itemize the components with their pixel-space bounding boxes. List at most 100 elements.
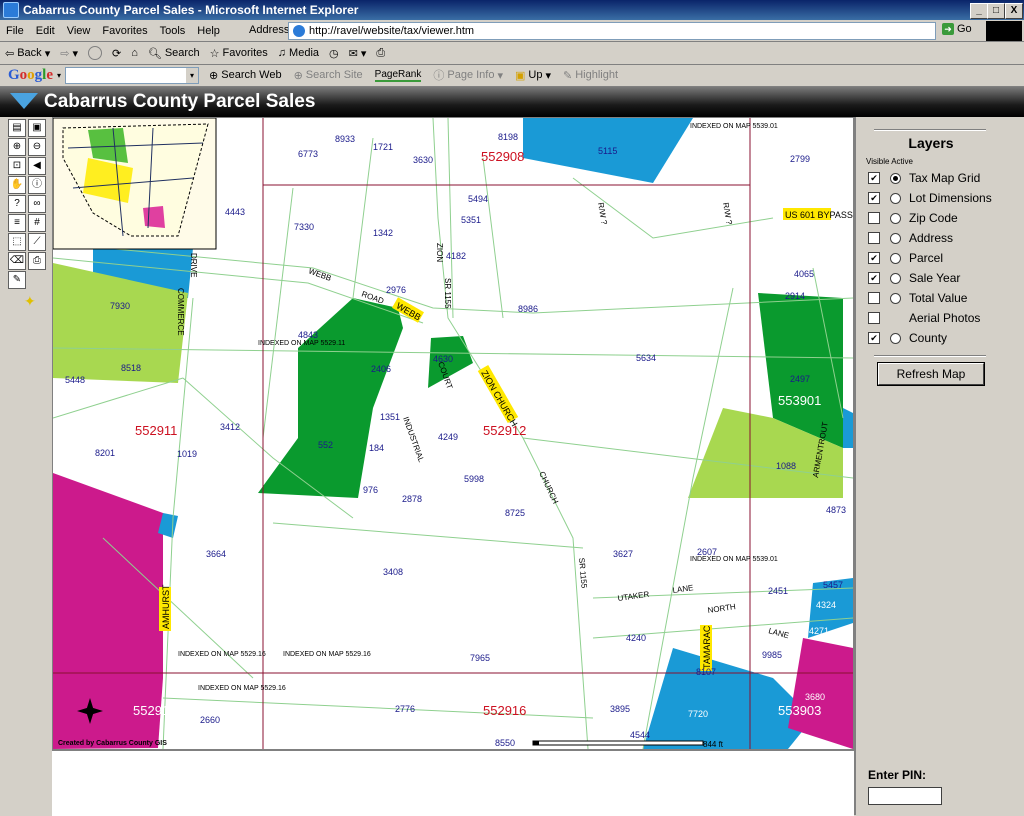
mail-button[interactable]: ✉ ▾ [344, 47, 372, 60]
search-button[interactable]: 🔍︎ Search [143, 47, 205, 60]
svg-text:7720: 7720 [688, 709, 708, 719]
go-button[interactable]: ➜ Go [942, 23, 972, 35]
select-icon[interactable]: ⬚ [8, 233, 26, 251]
svg-text:R/W ?: R/W ? [721, 202, 734, 226]
pin-input[interactable] [868, 787, 942, 805]
history-button[interactable]: ◷ [324, 47, 344, 60]
window-titlebar[interactable]: Cabarrus County Parcel Sales - Microsoft… [0, 0, 1024, 20]
close-button[interactable]: X [1005, 3, 1023, 19]
svg-text:7330: 7330 [294, 222, 314, 232]
legend-tool-icon[interactable]: ▤ [8, 119, 26, 137]
dropdown-arrow-icon[interactable]: ▾ [186, 67, 199, 83]
layer-row-lot-dimensions[interactable]: ✔ Lot Dimensions [868, 189, 992, 207]
layer-visible-checkbox[interactable] [868, 212, 880, 224]
svg-text:2799: 2799 [790, 154, 810, 164]
layer-active-radio[interactable] [890, 272, 901, 284]
maximize-button[interactable]: □ [987, 3, 1005, 19]
layer-visible-checkbox[interactable]: ✔ [868, 172, 880, 184]
svg-text:1351: 1351 [380, 412, 400, 422]
up-button[interactable]: ▣ Up ▾ [509, 69, 557, 82]
menu-favorites[interactable]: Favorites [96, 25, 153, 37]
select-line-icon[interactable]: ⟋ [28, 233, 46, 251]
measure-icon[interactable]: ≡ [8, 214, 26, 232]
stop-button[interactable] [83, 46, 107, 60]
highlight-button[interactable]: ✎ Highlight [557, 69, 624, 82]
svg-text:552915: 552915 [133, 703, 176, 718]
layer-active-radio[interactable] [890, 232, 901, 244]
favorites-button[interactable]: ☆ Favorites [205, 47, 273, 60]
layer-row-total-value[interactable]: Total Value [868, 289, 967, 307]
layer-row-tax-map-grid[interactable]: ✔ Tax Map Grid [868, 169, 980, 187]
overview-inset[interactable] [53, 118, 217, 250]
parcel-map[interactable]: US 601 BYPASS WEBB ZION CHURCH AMHURST T… [52, 117, 854, 750]
parcel-blue-7720 [643, 648, 813, 749]
layers-title: Layers [908, 135, 954, 151]
zoom-out-icon[interactable]: ⊖ [28, 138, 46, 156]
map-canvas[interactable]: US 601 BYPASS WEBB ZION CHURCH AMHURST T… [53, 118, 853, 749]
layer-row-aerial-photos[interactable]: Aerial Photos [868, 309, 980, 327]
menu-help[interactable]: Help [191, 25, 226, 37]
overview-tool-icon[interactable]: ▣ [28, 119, 46, 137]
search-web-button[interactable]: ⊕ Search Web [203, 69, 288, 82]
history-icon: ◷ [329, 47, 339, 60]
layer-active-radio[interactable] [890, 332, 901, 344]
svg-text:INDEXED ON MAP 5539.01: INDEXED ON MAP 5539.01 [690, 123, 778, 130]
google-toolbar: Google ▾ ▾ ⊕ Search Web ⊕ Search Site Page… [0, 64, 1024, 87]
google-menu-arrow-icon[interactable]: ▾ [57, 71, 61, 80]
identify-icon[interactable]: ⓘ [28, 176, 46, 194]
layer-row-zip-code[interactable]: Zip Code [868, 209, 958, 227]
media-button[interactable]: ♫ Media [273, 47, 324, 59]
menu-edit[interactable]: Edit [30, 25, 61, 37]
layer-row-county[interactable]: ✔ County [868, 329, 947, 347]
svg-text:2878: 2878 [402, 494, 422, 504]
zoom-in-icon[interactable]: ⊕ [8, 138, 26, 156]
layer-row-address[interactable]: Address [868, 229, 953, 247]
svg-text:1019: 1019 [177, 449, 197, 459]
buffer-icon[interactable]: # [28, 214, 46, 232]
layer-active-radio[interactable] [890, 172, 901, 184]
clear-eraser-icon[interactable]: ⌫ [8, 252, 26, 270]
menu-tools[interactable]: Tools [154, 25, 192, 37]
pagerank-indicator[interactable]: PageRank [369, 69, 428, 82]
layer-row-sale-year[interactable]: ✔ Sale Year [868, 269, 960, 287]
layer-label: Parcel [909, 251, 944, 265]
layer-active-radio[interactable] [890, 292, 901, 304]
settings-wrench-icon[interactable]: ✎ [8, 271, 26, 289]
layer-visible-checkbox[interactable]: ✔ [868, 332, 880, 344]
layer-active-radio[interactable] [890, 212, 901, 224]
menu-view[interactable]: View [61, 25, 97, 37]
refresh-button[interactable]: ⟳ [107, 47, 126, 60]
back-button[interactable]: ⇦ Back ▾ [0, 47, 55, 60]
busy-indicator-icon: ✦ [24, 293, 36, 309]
print-map-icon[interactable]: ⎙ [28, 252, 46, 270]
layer-visible-checkbox[interactable] [868, 312, 880, 324]
layer-visible-checkbox[interactable]: ✔ [868, 252, 880, 264]
layer-visible-checkbox[interactable]: ✔ [868, 192, 880, 204]
find-binoculars-icon[interactable]: ∞ [28, 195, 46, 213]
svg-text:4271: 4271 [809, 626, 829, 636]
forward-button[interactable]: ⇨ ▾ [55, 47, 83, 60]
google-logo[interactable]: Google [0, 67, 57, 84]
minimize-button[interactable]: _ [970, 3, 988, 19]
query-icon[interactable]: ? [8, 195, 26, 213]
full-extent-icon[interactable]: ⊡ [8, 157, 26, 175]
home-button[interactable]: ⌂ [126, 47, 143, 59]
svg-text:R/W ?: R/W ? [596, 202, 609, 226]
back-extent-icon[interactable]: ◀ [28, 157, 46, 175]
print-button[interactable]: ⎙ [371, 47, 390, 60]
layer-visible-checkbox[interactable]: ✔ [868, 272, 880, 284]
refresh-map-button[interactable]: Refresh Map [878, 363, 984, 385]
layer-active-radio[interactable] [890, 192, 901, 204]
search-site-button[interactable]: ⊕ Search Site [288, 69, 369, 82]
address-input[interactable]: http://ravel/website/tax/viewer.htm [288, 22, 936, 40]
page-info-button[interactable]: ⓘ Page Info ▾ [427, 67, 509, 83]
layer-visible-checkbox[interactable] [868, 292, 880, 304]
menu-file[interactable]: File [0, 25, 30, 37]
layer-visible-checkbox[interactable] [868, 232, 880, 244]
svg-text:SR 1155: SR 1155 [443, 278, 452, 309]
layer-active-radio[interactable] [890, 252, 901, 264]
google-search-input[interactable]: ▾ [65, 66, 200, 84]
layer-label: Aerial Photos [909, 311, 981, 325]
layer-row-parcel[interactable]: ✔ Parcel [868, 249, 943, 267]
pan-hand-icon[interactable]: ✋ [8, 176, 26, 194]
